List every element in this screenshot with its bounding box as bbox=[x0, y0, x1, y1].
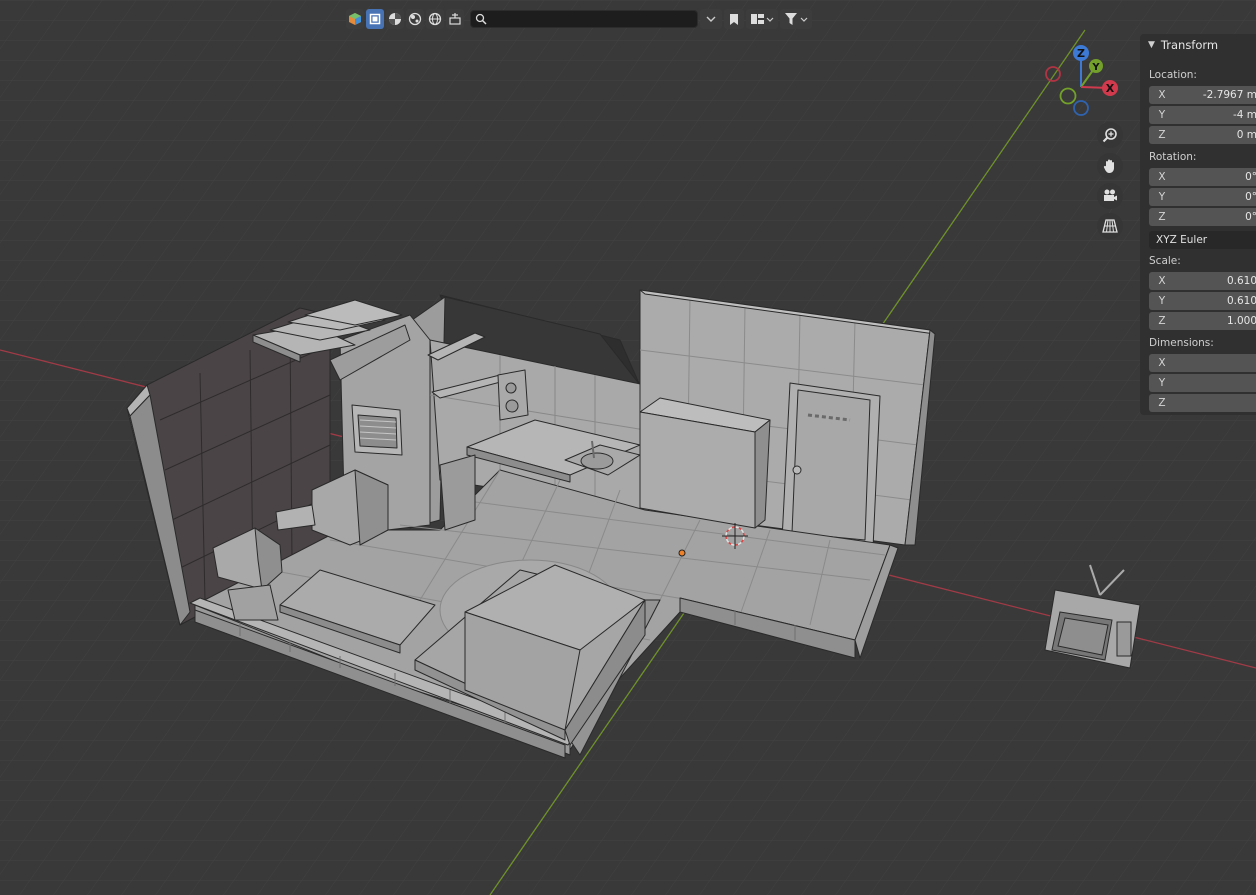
material-shading-icon[interactable] bbox=[386, 9, 404, 29]
dimensions-z-field[interactable]: Z bbox=[1149, 394, 1256, 412]
object-origin bbox=[678, 549, 686, 557]
rotation-z-field[interactable]: Z 0° bbox=[1149, 208, 1256, 226]
perspective-grid-icon[interactable] bbox=[1097, 213, 1123, 239]
search-icon bbox=[475, 13, 487, 25]
location-x-field[interactable]: X -2.7967 m bbox=[1149, 86, 1256, 104]
search-input[interactable] bbox=[491, 11, 685, 27]
scale-y-field[interactable]: Y 0.610 bbox=[1149, 292, 1256, 310]
gizmo-x-label: X bbox=[1106, 82, 1115, 95]
viewport-header-tools bbox=[346, 8, 812, 30]
transform-panel: ▼ Transform Location: X -2.7967 m Y -4 m Z… bbox=[1140, 34, 1256, 415]
gizmo-z-label: Z bbox=[1077, 47, 1085, 60]
location-z-field[interactable]: Z0 m bbox=[1149, 126, 1256, 144]
chevron-down-icon: ▼ bbox=[1148, 40, 1155, 50]
wireframe-icon[interactable] bbox=[426, 9, 444, 29]
scale-x-field[interactable]: X 0.610 bbox=[1149, 272, 1256, 290]
dimensions-label: Dimensions: bbox=[1149, 337, 1214, 349]
panel-title: Transform bbox=[1160, 38, 1219, 52]
scene-options-icon[interactable] bbox=[446, 9, 464, 29]
pan-hand-icon[interactable] bbox=[1097, 153, 1123, 179]
3d-viewport[interactable] bbox=[0, 0, 1256, 895]
search-field[interactable] bbox=[470, 10, 698, 28]
filter-icon[interactable] bbox=[780, 9, 812, 29]
object-type-icon[interactable] bbox=[346, 9, 364, 29]
collapse-icon[interactable] bbox=[700, 9, 722, 29]
location-label: Location: bbox=[1149, 69, 1197, 81]
rotation-mode-select[interactable]: XYZ Euler bbox=[1149, 231, 1256, 249]
rotation-x-field[interactable]: X 0° bbox=[1149, 168, 1256, 186]
view-layer-icon[interactable] bbox=[746, 9, 778, 29]
zoom-icon[interactable] bbox=[1097, 122, 1123, 148]
bookmark-icon[interactable] bbox=[724, 9, 744, 29]
scale-z-field[interactable]: Z 1.000 bbox=[1149, 312, 1256, 330]
navigation-gizmo[interactable]: Z Y X bbox=[1040, 40, 1122, 122]
camera-icon[interactable] bbox=[1097, 183, 1123, 209]
transform-panel-header[interactable]: ▼ Transform bbox=[1140, 34, 1256, 56]
rotation-label: Rotation: bbox=[1149, 151, 1197, 163]
scale-label: Scale: bbox=[1149, 255, 1181, 267]
solid-shading-icon[interactable] bbox=[366, 9, 384, 29]
render-shading-icon[interactable] bbox=[406, 9, 424, 29]
location-y-field[interactable]: Y -4 m bbox=[1149, 106, 1256, 124]
dimensions-x-field[interactable]: X bbox=[1149, 354, 1256, 372]
rotation-y-field[interactable]: Y 0° bbox=[1149, 188, 1256, 206]
dimensions-y-field[interactable]: Y bbox=[1149, 374, 1256, 392]
gizmo-y-label: Y bbox=[1091, 62, 1100, 73]
